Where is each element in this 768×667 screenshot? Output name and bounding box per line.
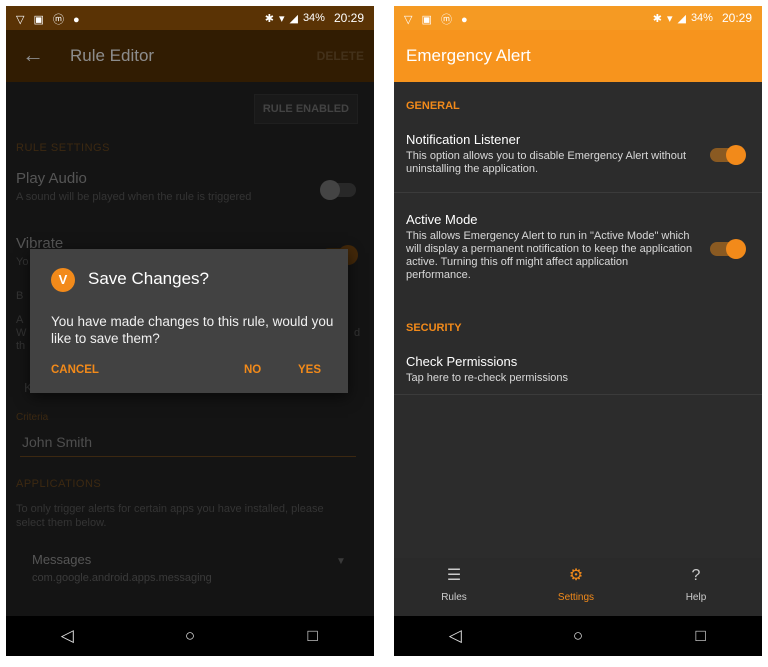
- save-changes-dialog: V Save Changes? You have made changes to…: [30, 249, 348, 393]
- status-bar: ▽ ▣ ⓜ ● ✱ ▾ ◢ 34% 20:29: [6, 6, 374, 30]
- divider: [394, 192, 762, 193]
- no-button[interactable]: NO: [244, 364, 261, 376]
- status-left-icons: ▽ ▣ ⓜ ●: [404, 14, 471, 26]
- nav-settings-label: Settings: [557, 592, 595, 603]
- system-nav-bar: ◁ ○ □: [394, 616, 762, 656]
- general-heading: GENERAL: [406, 100, 460, 112]
- check-permissions-title[interactable]: Check Permissions: [406, 354, 517, 369]
- status-time: 20:29: [333, 11, 364, 25]
- bottom-navigation: ☰ Rules ⚙ Settings ? Help: [394, 558, 762, 616]
- battery-level: 34%: [690, 12, 713, 24]
- settings-content: GENERAL Notification Listener This optio…: [394, 82, 762, 616]
- nav-help-label: Help: [685, 592, 707, 603]
- active-mode-title[interactable]: Active Mode: [406, 212, 478, 227]
- app-bar: Emergency Alert: [394, 30, 762, 82]
- nav-recents-icon[interactable]: □: [288, 626, 338, 646]
- gear-icon: ⚙: [568, 567, 584, 584]
- active-mode-description: This allows Emergency Alert to run in "A…: [406, 230, 693, 281]
- cancel-button[interactable]: CANCEL: [51, 364, 99, 376]
- nav-settings-tab[interactable]: ⚙ Settings: [536, 566, 616, 603]
- signal-icon: ◢: [289, 12, 298, 25]
- wifi-icon: ▾: [278, 12, 285, 25]
- check-permissions-description: Tap here to re-check permissions: [406, 372, 569, 384]
- security-heading: SECURITY: [406, 322, 462, 334]
- dialog-title: Save Changes?: [88, 269, 209, 288]
- status-left-icons: ▽ ▣ ⓜ ●: [16, 14, 83, 26]
- emergency-alert-screen: ▽ ▣ ⓜ ● ✱ ▾ ◢ 34% 20:29 Emergency Alert …: [394, 6, 762, 656]
- signal-icon: ◢: [677, 12, 686, 25]
- notification-listener-title[interactable]: Notification Listener: [406, 132, 520, 147]
- system-nav-bar: ◁ ○ □: [6, 616, 374, 656]
- notification-listener-description: This option allows you to disable Emerge…: [406, 150, 687, 175]
- bluetooth-icon: ✱: [264, 12, 274, 25]
- yes-button[interactable]: YES: [298, 364, 321, 376]
- nav-back-icon[interactable]: ◁: [42, 626, 92, 646]
- divider: [394, 394, 762, 395]
- wifi-icon: ▾: [666, 12, 673, 25]
- bluetooth-icon: ✱: [652, 12, 662, 25]
- page-title: Emergency Alert: [406, 46, 531, 65]
- rule-editor-screen: ▽ ▣ ⓜ ● ✱ ▾ ◢ 34% 20:29 ← Rule Editor DE…: [6, 6, 374, 656]
- nav-recents-icon[interactable]: □: [676, 626, 726, 646]
- help-icon: ?: [691, 567, 701, 584]
- battery-level: 34%: [302, 12, 325, 24]
- status-time: 20:29: [721, 11, 752, 25]
- status-bar: ▽ ▣ ⓜ ● ✱ ▾ ◢ 34% 20:29: [394, 6, 762, 30]
- active-mode-switch[interactable]: [710, 239, 746, 259]
- nav-back-icon[interactable]: ◁: [430, 626, 480, 646]
- app-logo-icon: V: [51, 268, 75, 292]
- nav-rules-label: Rules: [441, 592, 467, 603]
- list-icon: ☰: [446, 567, 462, 584]
- nav-home-icon[interactable]: ○: [165, 626, 215, 646]
- nav-rules-tab[interactable]: ☰ Rules: [414, 566, 494, 603]
- nav-home-icon[interactable]: ○: [553, 626, 603, 646]
- notification-listener-switch[interactable]: [710, 145, 746, 165]
- dialog-message: You have made changes to this rule, woul…: [51, 314, 334, 346]
- nav-help-tab[interactable]: ? Help: [656, 566, 736, 603]
